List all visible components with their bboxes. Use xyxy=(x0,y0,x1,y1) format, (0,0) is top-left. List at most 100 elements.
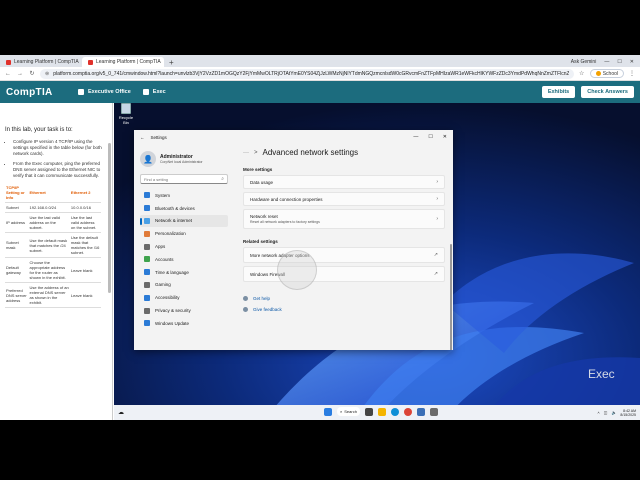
file-explorer-icon[interactable] xyxy=(377,407,386,416)
nav-item-gaming[interactable]: Gaming xyxy=(140,279,228,292)
minimize-icon[interactable]: — xyxy=(413,134,418,140)
nav-item-network[interactable]: Network & internet xyxy=(140,214,228,228)
chrome-icon[interactable] xyxy=(403,407,412,416)
settings-search-input[interactable]: Find a setting ⌕ xyxy=(140,174,228,184)
breadcrumb-more[interactable]: ··· xyxy=(243,150,249,156)
table-cell: Subnet mask xyxy=(5,232,29,258)
network-tray-icon[interactable]: ◫ xyxy=(604,410,608,415)
forward-icon[interactable]: → xyxy=(16,71,24,77)
nav-label: Personalization xyxy=(155,231,186,237)
nav-item-accounts[interactable]: Accounts xyxy=(140,253,228,266)
card-label: Network reset xyxy=(250,214,278,219)
nav-item-privacy[interactable]: Privacy & security xyxy=(140,304,228,317)
instructions-scrollbar[interactable] xyxy=(108,143,111,293)
table-cell: Use the last valid address on the subnet… xyxy=(28,212,70,233)
data-usage-item[interactable]: Data usage › xyxy=(243,175,445,189)
vm-desktop[interactable]: Recycle Bin Exec ← Settings — ☐ ✕ 👤 Admi… xyxy=(114,103,640,420)
give-feedback-link[interactable]: Give feedback xyxy=(243,304,445,315)
link-label: Get help xyxy=(253,296,271,301)
card-text: Network reset Reset all network adapters… xyxy=(250,214,320,224)
volume-icon[interactable]: 🔈 xyxy=(611,410,616,415)
nav-item-bluetooth[interactable]: Bluetooth & devices xyxy=(140,202,228,215)
nav-item-time-language[interactable]: Time & language xyxy=(140,266,228,279)
site-info-icon[interactable]: ⊜ xyxy=(45,71,49,77)
external-link-icon: ↗ xyxy=(433,271,438,277)
search-icon: ⌕ xyxy=(340,409,343,414)
window-title: Settings xyxy=(150,134,167,140)
table-cell: Use the default mask that matches the /2… xyxy=(28,232,70,258)
recycle-bin[interactable]: Recycle Bin xyxy=(116,103,136,125)
table-cell: Leave blank xyxy=(69,282,101,308)
table-cell: 10.0.0.0/16 xyxy=(69,202,101,213)
back-arrow-icon[interactable]: ← xyxy=(140,135,145,140)
clock-date: 8/15/2025 xyxy=(620,412,636,417)
nav-item-personalization[interactable]: Personalization xyxy=(140,227,228,240)
tab-title: Learning Platform | CompTIA xyxy=(14,59,79,65)
edge-icon[interactable] xyxy=(390,407,399,416)
windows-firewall-item[interactable]: Windows Firewall ↗ xyxy=(243,266,445,282)
menu-icon[interactable]: ⋮ xyxy=(628,70,636,77)
network-reset-item[interactable]: Network reset Reset all network adapters… xyxy=(243,209,445,229)
chevron-up-icon[interactable]: ˄ xyxy=(597,410,599,415)
table-row: Subnet mask Use the default mask that ma… xyxy=(5,232,101,258)
instructions-list: Configure IP version 4 TCP/IP using the … xyxy=(5,139,107,179)
nav-label: Network & internet xyxy=(155,218,193,224)
system-icon xyxy=(144,192,150,199)
maximize-icon[interactable]: ☐ xyxy=(428,134,432,140)
nav-item-windows-update[interactable]: Windows Update xyxy=(140,317,228,330)
table-header-row: TCP/IP Setting or Info Ethernet Ethernet… xyxy=(5,183,101,203)
settings-window: ← Settings — ☐ ✕ 👤 Administrator CorpNet… xyxy=(134,130,453,350)
taskbar-clock[interactable]: 8:42 AM 8/15/2025 xyxy=(620,409,636,417)
reload-icon[interactable]: ↻ xyxy=(28,70,36,77)
table-cell: Use the address of an external DNS serve… xyxy=(28,282,70,308)
maximize-icon[interactable]: ☐ xyxy=(617,59,621,65)
get-help-link[interactable]: Get help xyxy=(243,293,445,304)
list-item: From the Exec computer, ping the preferr… xyxy=(13,161,107,179)
computer-icon xyxy=(142,89,149,95)
tab-executive-office[interactable]: Executive Office xyxy=(78,89,131,95)
settings-gear-icon[interactable] xyxy=(429,407,438,416)
nav-label: Apps xyxy=(155,244,166,250)
close-window-icon[interactable]: ✕ xyxy=(630,59,634,65)
table-cell: Default gateway xyxy=(5,257,29,283)
search-placeholder: Find a setting xyxy=(144,176,169,182)
close-icon[interactable]: ✕ xyxy=(443,134,447,140)
card-label: Hardware and connection properties xyxy=(250,196,323,202)
profile-school-button[interactable]: School xyxy=(589,69,624,78)
video-frame: Learning Platform | CompTIA ✕ Learning P… xyxy=(0,0,640,480)
taskbar-search[interactable]: ⌕ Search xyxy=(337,407,360,416)
user-profile[interactable]: 👤 Administrator CorpNet local Administra… xyxy=(140,148,228,170)
nav-label: Time & language xyxy=(155,269,189,275)
avatar-icon: 👤 xyxy=(140,151,156,167)
browser-tab-2[interactable]: Learning Platform | CompTIA ✕ xyxy=(82,57,164,67)
minimize-icon[interactable]: — xyxy=(604,59,609,65)
nav-item-system[interactable]: System xyxy=(140,189,228,202)
content-scrollbar[interactable] xyxy=(450,244,452,350)
store-icon[interactable] xyxy=(416,407,425,416)
help-icon xyxy=(243,296,248,301)
widgets-icon[interactable]: ☁ xyxy=(118,409,124,416)
gemini-button[interactable]: Ask Gemini xyxy=(571,59,597,65)
exhibits-button[interactable]: Exhibits xyxy=(541,86,576,98)
start-icon[interactable] xyxy=(324,407,332,416)
globe-clock-icon xyxy=(144,269,150,276)
browser-tab-1[interactable]: Learning Platform | CompTIA ✕ xyxy=(0,57,82,67)
nav-item-accessibility[interactable]: Accessibility xyxy=(140,291,228,304)
tab-strip-right: Ask Gemini — ☐ ✕ xyxy=(571,57,640,67)
section-label: Related settings xyxy=(243,239,278,244)
check-answers-button[interactable]: Check Answers xyxy=(581,86,634,98)
page-heading: ··· > Advanced network settings xyxy=(243,148,445,157)
back-icon[interactable]: ← xyxy=(4,71,12,77)
new-tab-button[interactable]: + xyxy=(164,58,179,67)
star-icon[interactable]: ☆ xyxy=(578,70,586,77)
hardware-properties-item[interactable]: Hardware and connection properties › xyxy=(243,192,445,206)
clock-time: 8:42 AM xyxy=(623,408,636,413)
settings-sidebar: 👤 Administrator CorpNet local Administra… xyxy=(134,144,234,350)
tab-exec[interactable]: Exec xyxy=(142,89,166,95)
address-bar[interactable]: ⊜ platform.comptia.org/v5_0_741/cmwindow… xyxy=(40,68,574,79)
more-adapter-options-item[interactable]: More network adapter options ↗ xyxy=(243,247,445,263)
nav-item-apps[interactable]: Apps xyxy=(140,240,228,253)
comptia-header: CompTIA Executive Office Exec Exhibits C… xyxy=(0,81,640,103)
user-subtitle: CorpNet local Administrator xyxy=(160,160,203,164)
task-view-icon[interactable] xyxy=(364,407,373,416)
